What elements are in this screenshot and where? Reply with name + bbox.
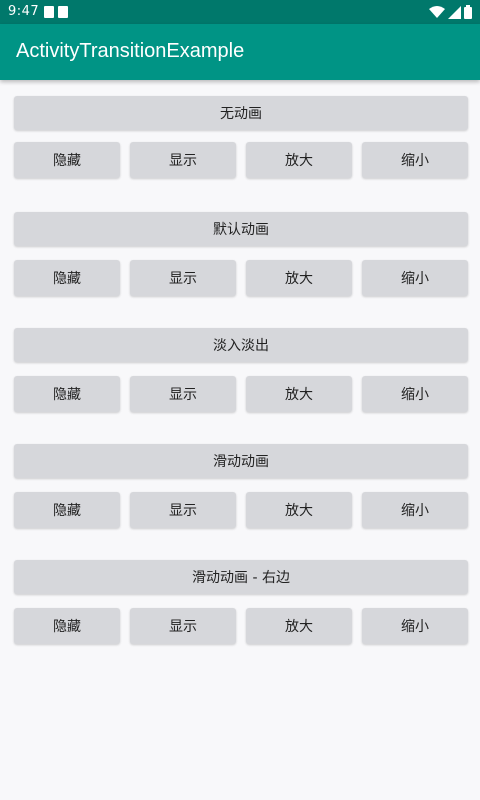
- app-title: ActivityTransitionExample: [16, 40, 245, 62]
- app-bar: ActivityTransitionExample: [0, 24, 480, 80]
- show-button[interactable]: 显示: [130, 492, 236, 528]
- zoom-out-button[interactable]: 缩小: [362, 376, 468, 412]
- hide-button[interactable]: 隐藏: [14, 492, 120, 528]
- hide-button[interactable]: 隐藏: [14, 376, 120, 412]
- fade-animation-button[interactable]: 淡入淡出: [14, 328, 468, 362]
- hide-button[interactable]: 隐藏: [14, 608, 120, 644]
- show-button[interactable]: 显示: [130, 608, 236, 644]
- sim-card-icon: [44, 6, 54, 18]
- hide-button[interactable]: 隐藏: [14, 142, 120, 178]
- show-button[interactable]: 显示: [130, 376, 236, 412]
- slide-animation-button[interactable]: 滑动动画: [14, 444, 468, 478]
- default-animation-button[interactable]: 默认动画: [14, 212, 468, 246]
- zoom-in-button[interactable]: 放大: [246, 142, 352, 178]
- status-bar: 9:47: [0, 0, 480, 24]
- battery-icon: [464, 5, 472, 19]
- hide-button[interactable]: 隐藏: [14, 260, 120, 296]
- zoom-out-button[interactable]: 缩小: [362, 142, 468, 178]
- sd-card-icon: [58, 6, 68, 18]
- zoom-out-button[interactable]: 缩小: [362, 492, 468, 528]
- zoom-in-button[interactable]: 放大: [246, 608, 352, 644]
- slide-right-animation-button[interactable]: 滑动动画 - 右边: [14, 560, 468, 594]
- signal-icon: [448, 5, 461, 19]
- system-icons: [429, 5, 472, 19]
- show-button[interactable]: 显示: [130, 142, 236, 178]
- zoom-in-button[interactable]: 放大: [246, 492, 352, 528]
- zoom-in-button[interactable]: 放大: [246, 260, 352, 296]
- no-animation-button[interactable]: 无动画: [14, 96, 468, 130]
- notification-icons: [44, 6, 68, 18]
- show-button[interactable]: 显示: [130, 260, 236, 296]
- zoom-out-button[interactable]: 缩小: [362, 608, 468, 644]
- wifi-icon: [429, 5, 445, 18]
- zoom-in-button[interactable]: 放大: [246, 376, 352, 412]
- status-time: 9:47: [8, 4, 40, 19]
- zoom-out-button[interactable]: 缩小: [362, 260, 468, 296]
